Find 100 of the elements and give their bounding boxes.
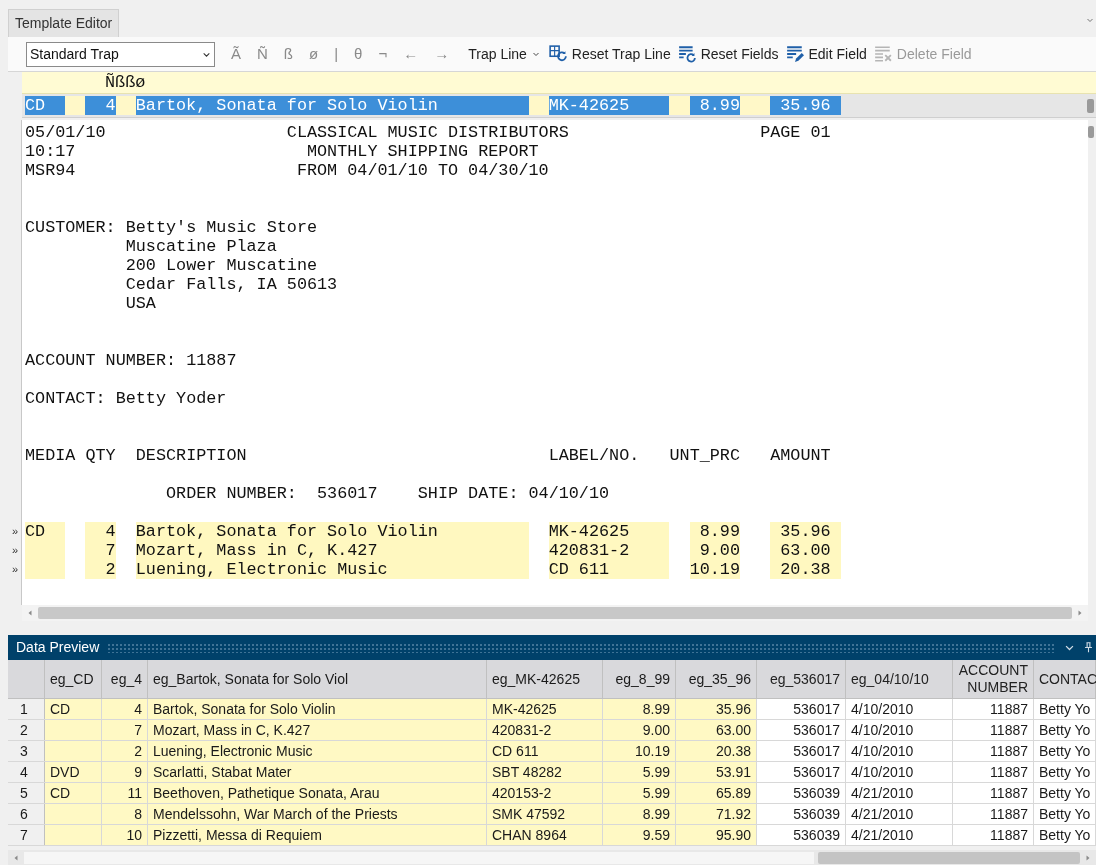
report-field: CD — [25, 522, 66, 541]
report-line: ORDER NUMBER: 536017 SHIP DATE: 04/10/10 — [165, 484, 610, 503]
table-cell: MK-42625 — [487, 699, 603, 719]
table-cell: 5.99 — [603, 762, 676, 782]
report-field: MK-42625 — [548, 522, 670, 541]
table-cell: Scarlatti, Stabat Mater — [148, 762, 487, 782]
row-number: 6 — [8, 804, 45, 824]
table-cell: 20.38 — [676, 741, 757, 761]
table-cell: CHAN 8964 — [487, 825, 603, 845]
table-cell: 4 — [102, 699, 148, 719]
report-field: 63.00 — [770, 541, 841, 560]
report-field: Mozart, Mass in C, K.427 — [135, 541, 529, 560]
row-number: 3 — [8, 741, 45, 761]
table-cell: 65.89 — [676, 783, 757, 803]
pin-icon — [1083, 641, 1094, 654]
table-cell: 53.91 — [676, 762, 757, 782]
trap-line-dropdown[interactable]: Trap Line — [463, 41, 545, 67]
report-field: 10.19 — [689, 560, 740, 579]
report-line: 10:17 MONTHLY SHIPPING REPORT — [25, 142, 539, 161]
table-cell: Mozart, Mass in C, K.427 — [148, 720, 487, 740]
report-field: 2 — [85, 560, 116, 579]
report-field: 8.99 — [689, 522, 740, 541]
delete-icon — [872, 45, 893, 63]
report-field: 35.96 — [770, 522, 841, 541]
grid-refresh-icon — [547, 45, 568, 63]
column-header[interactable]: ACCOUNT NUMBER — [953, 660, 1034, 698]
table-cell: Mendelssohn, War March of the Priests — [148, 804, 487, 824]
report-field: CD 611 — [548, 560, 670, 579]
report-field: 7 — [85, 541, 116, 560]
scrollbar-thumb[interactable] — [1088, 126, 1094, 138]
table-cell: 2 — [102, 741, 148, 761]
table-cell: 63.00 — [676, 720, 757, 740]
report-field: 9.00 — [689, 541, 740, 560]
scrollbar-thumb[interactable] — [38, 607, 1072, 619]
row-marker: » — [12, 524, 19, 539]
report-line: ACCOUNT NUMBER: 11887 — [25, 351, 237, 370]
table-cell: 11 — [102, 783, 148, 803]
column-header[interactable]: CONTAC — [1034, 660, 1096, 698]
report-line: Muscatine Plaza — [124, 237, 277, 256]
empty-field — [25, 560, 66, 579]
column-header[interactable]: eg_Bartok, Sonata for Solo Viol — [148, 660, 487, 698]
report-line: CONTACT: Betty Yoder — [25, 389, 227, 408]
character-button[interactable]: | — [326, 41, 347, 67]
table-cell: 5.99 — [603, 783, 676, 803]
toolbar-button[interactable]: Reset Trap Line — [544, 41, 674, 67]
report-line: CUSTOMER: Betty's Music Store — [25, 218, 318, 237]
table-cell: CD — [45, 783, 102, 803]
table-cell: 9 — [102, 762, 148, 782]
column-header[interactable]: eg_35_96 — [676, 660, 757, 698]
report-line: MEDIA QTY DESCRIPTION LABEL/NO. UNT_PRC AMOUNT — [25, 446, 831, 465]
scroll-right-icon — [1084, 853, 1092, 862]
scrollbar-thumb[interactable] — [1087, 98, 1094, 113]
character-sample: Ñßßø — [105, 71, 146, 94]
table-cell: 10 — [102, 825, 148, 845]
row-number: 7 — [8, 825, 45, 845]
table-cell: 7 — [102, 720, 148, 740]
toolbar-button[interactable]: Edit Field — [781, 41, 870, 67]
table-cell: Bartok, Sonata for Solo Violin — [148, 699, 487, 719]
column-header[interactable]: eg_04/10/10 — [846, 660, 953, 698]
report-line: 200 Lower Muscatine — [124, 256, 318, 275]
table-cell: 420831-2 — [487, 720, 603, 740]
lines-refresh-icon — [676, 45, 697, 63]
table-cell: CD — [45, 699, 102, 719]
column-header[interactable]: eg_CD — [45, 660, 102, 698]
table-cell: 35.96 — [676, 699, 757, 719]
report-line: USA — [124, 294, 156, 313]
table-cell: 8 — [102, 804, 148, 824]
table-cell: 9.59 — [603, 825, 676, 845]
report-field: Luening, Electronic Music — [135, 560, 529, 579]
column-header[interactable]: eg_4 — [102, 660, 148, 698]
table-cell: CD 611 — [487, 741, 603, 761]
table-cell: 10.19 — [603, 741, 676, 761]
table-cell: SMK 47592 — [487, 804, 603, 824]
table-cell: 8.99 — [603, 699, 676, 719]
row-number: 2 — [8, 720, 45, 740]
table-cell: Beethoven, Pathetique Sonata, Arau — [148, 783, 487, 803]
table-cell: Pizzetti, Messa di Requiem — [148, 825, 487, 845]
row-marker: » — [12, 543, 19, 558]
report-field: Bartok, Sonata for Solo Violin — [135, 522, 529, 541]
scrollbar-thumb[interactable] — [818, 851, 1080, 864]
row-number: 4 — [8, 762, 45, 782]
column-header[interactable]: eg_MK-42625 — [487, 660, 603, 698]
column-header[interactable]: eg_536017 — [757, 660, 846, 698]
table-cell: DVD — [45, 762, 102, 782]
scroll-right-icon — [1076, 609, 1084, 617]
table-cell: 420153-2 — [487, 783, 603, 803]
editor-tab[interactable]: Template Editor — [8, 9, 120, 37]
pencil-icon — [784, 45, 805, 63]
report-field: 4 — [85, 522, 116, 541]
table-cell: SBT 48282 — [487, 762, 603, 782]
row-marker: » — [12, 562, 19, 577]
table-cell: 8.99 — [603, 804, 676, 824]
toolbar-button[interactable]: Reset Fields — [673, 41, 782, 67]
table-cell: 95.90 — [676, 825, 757, 845]
table-cell: 71.92 — [676, 804, 757, 824]
report-line: Cedar Falls, IA 50613 — [124, 275, 338, 294]
row-number: 5 — [8, 783, 45, 803]
column-header[interactable]: eg_8_99 — [603, 660, 676, 698]
chevron-down-icon — [1086, 16, 1094, 24]
template-dropdown[interactable]: Standard Trap — [26, 41, 215, 67]
